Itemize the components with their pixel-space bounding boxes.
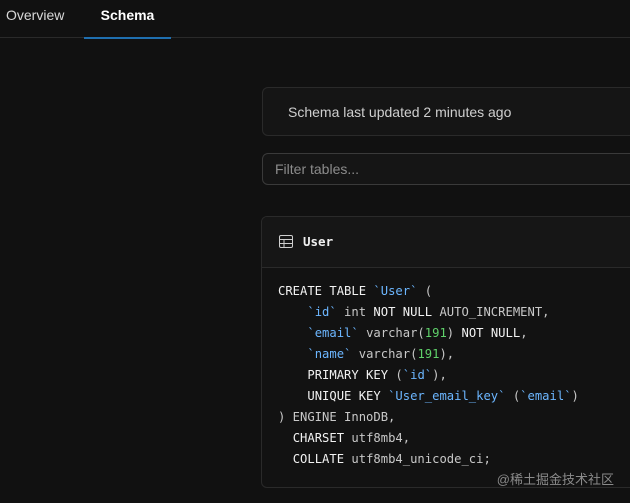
sql-identifier: `User_email_key` [388, 389, 506, 403]
table-name-title: User [303, 234, 334, 249]
tab-bar: Overview Schema [0, 0, 630, 39]
sql-text: AUTO_INCREMENT, [432, 305, 550, 319]
sql-text: ), [432, 368, 447, 382]
sql-text: int [336, 305, 374, 319]
sql-keyword: COLLATE [292, 452, 345, 466]
sql-text: varchar( [351, 347, 418, 361]
sql-keyword: UNIQUE KEY [307, 389, 381, 403]
active-tab-indicator [84, 37, 171, 39]
sql-text: ) [446, 326, 462, 340]
sql-text: ) ENGINE InnoDB, [278, 410, 396, 424]
sql-keyword: CREATE TABLE [278, 284, 367, 298]
tab-schema-label: Schema [100, 7, 155, 23]
sql-text: ( [388, 368, 403, 382]
sql-keyword: PRIMARY KEY [307, 368, 389, 382]
sql-identifier: `email` [307, 326, 359, 340]
sql-text: ( [417, 284, 433, 298]
sql-text: varchar( [358, 326, 425, 340]
sql-text: utf8mb4, [344, 431, 411, 445]
sql-number: 191 [417, 347, 440, 361]
sql-text: utf8mb4_unicode_ci; [344, 452, 491, 466]
tab-overview[interactable]: Overview [6, 0, 64, 38]
sql-identifier: `name` [307, 347, 352, 361]
sql-keyword: CHARSET [292, 431, 345, 445]
sql-keyword: NOT NULL [373, 305, 433, 319]
sql-identifier: `User` [373, 284, 418, 298]
tab-schema[interactable]: Schema [84, 0, 171, 39]
sql-text: ( [505, 389, 521, 403]
sql-identifier: `id` [307, 305, 337, 319]
table-schema-card: User CREATE TABLE `User` ( `id` int NOT … [261, 216, 630, 488]
create-table-statement: CREATE TABLE `User` ( `id` int NOT NULL … [278, 281, 579, 470]
sql-text: ), [439, 347, 455, 361]
watermark-text: @稀土掘金技术社区 [496, 472, 614, 487]
table-grid-icon [279, 235, 293, 248]
sql-keyword: NOT NULL [461, 326, 521, 340]
table-card-header[interactable]: User [262, 217, 630, 268]
sql-text: , [520, 326, 528, 340]
filter-tables-input[interactable] [262, 153, 630, 185]
sql-identifier: `id` [402, 368, 433, 382]
sql-number: 191 [424, 326, 447, 340]
sql-text: ) [571, 389, 579, 403]
schema-updated-notice: Schema last updated 2 minutes ago [262, 87, 630, 136]
schema-updated-text: Schema last updated 2 minutes ago [288, 104, 512, 120]
sql-identifier: `email` [520, 389, 572, 403]
